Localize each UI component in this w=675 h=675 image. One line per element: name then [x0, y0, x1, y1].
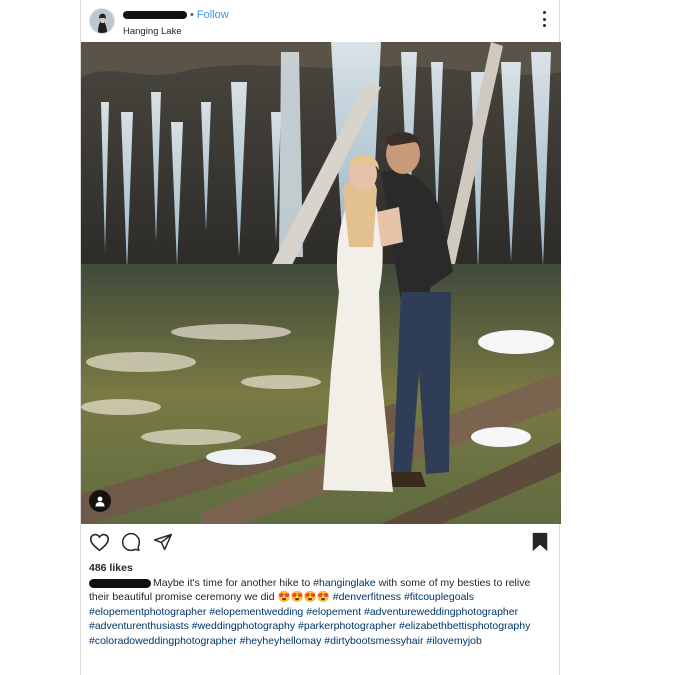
- post-caption: Maybe it's time for another hike to #han…: [89, 576, 551, 648]
- follow-button[interactable]: Follow: [197, 9, 229, 21]
- hashtag-link[interactable]: #elopement: [306, 606, 361, 618]
- hashtag-link[interactable]: #elopementwedding: [209, 606, 303, 618]
- hashtag-link[interactable]: #fitcouplegoals: [404, 591, 474, 603]
- more-dot: [542, 24, 546, 27]
- post-photo[interactable]: [81, 42, 561, 524]
- more-options-icon[interactable]: [541, 11, 547, 27]
- hashtag-link[interactable]: #elopementphotographer: [89, 606, 206, 618]
- heart-icon[interactable]: [89, 532, 110, 557]
- hashtag-link[interactable]: #dirtybootsmessyhair: [324, 635, 423, 647]
- avatar-image: [90, 9, 114, 33]
- hashtag-link[interactable]: #weddingphotography: [192, 620, 295, 632]
- more-dot: [542, 17, 546, 21]
- location-link[interactable]: Hanging Lake: [123, 26, 182, 37]
- avatar[interactable]: [89, 8, 115, 34]
- username-line: • Follow: [123, 9, 229, 21]
- hashtag-link[interactable]: #ilovemyjob: [426, 635, 481, 647]
- photo-illustration: [81, 42, 561, 524]
- comment-icon[interactable]: [121, 532, 141, 557]
- bookmark-icon[interactable]: [531, 532, 549, 557]
- hashtag-link[interactable]: #adventureweddingphotographer: [364, 606, 518, 618]
- hashtag-link[interactable]: #hanginglake: [313, 577, 375, 589]
- hashtag-link[interactable]: #adventurenthusiasts: [89, 620, 189, 632]
- instagram-post: • Follow Hanging Lake 486 likes Maybe it…: [80, 0, 561, 675]
- hashtag-link[interactable]: #denverfitness: [333, 591, 401, 603]
- separator-dot: •: [190, 9, 194, 21]
- redacted-username[interactable]: [123, 11, 187, 20]
- send-icon[interactable]: [153, 532, 173, 557]
- emoji-text: 😍😍😍😍: [277, 591, 330, 604]
- likes-count[interactable]: 486 likes: [89, 562, 133, 574]
- hashtag-link[interactable]: #coloradoweddingphotographer: [89, 635, 237, 647]
- post-header: • Follow Hanging Lake: [81, 0, 561, 42]
- redacted-username[interactable]: [89, 578, 151, 588]
- caption-text: Maybe it's time for another hike to: [153, 577, 314, 589]
- more-dot: [542, 11, 546, 14]
- hashtag-link[interactable]: #heyheyhellomay: [240, 635, 322, 647]
- action-bar: [81, 530, 561, 556]
- user-tag-icon[interactable]: [89, 490, 111, 512]
- hashtag-link[interactable]: #elizabethbettisphotography: [399, 620, 530, 632]
- person-glyph: [95, 496, 105, 507]
- hashtag-link[interactable]: #parkerphotographer: [298, 620, 396, 632]
